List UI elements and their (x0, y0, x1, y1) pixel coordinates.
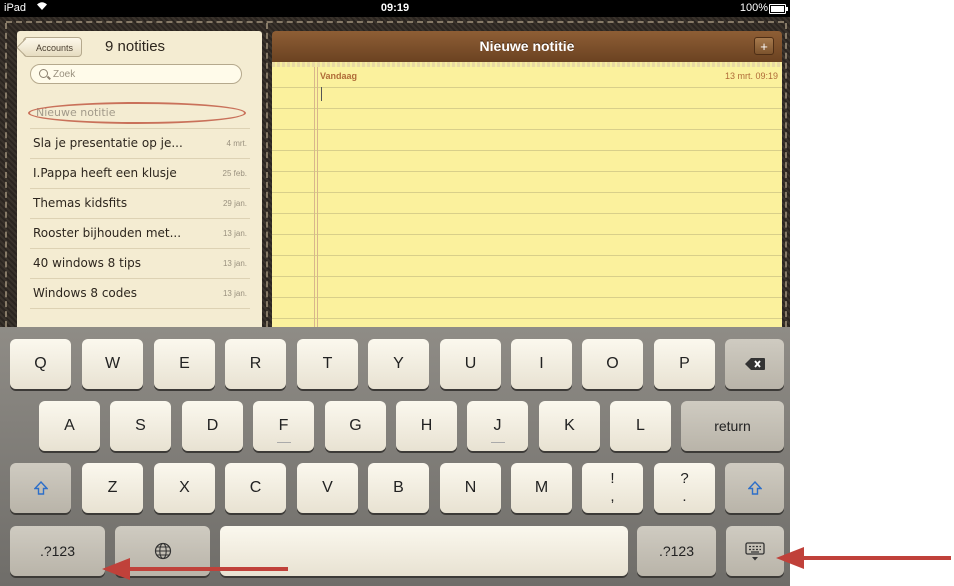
battery-icon (769, 4, 788, 14)
key-s[interactable]: S (110, 401, 171, 451)
key-m[interactable]: M (511, 463, 572, 513)
key-question-period[interactable]: ? . (654, 463, 715, 513)
list-item-date: 13 jan. (222, 229, 247, 238)
key-label: F (278, 417, 289, 434)
margin-line (314, 67, 315, 327)
delete-icon (744, 358, 765, 370)
note-datetime: 13 mrt. 09:19 (724, 71, 778, 81)
key-h[interactable]: H (396, 401, 457, 451)
delete-key[interactable] (725, 339, 784, 389)
text-cursor (321, 87, 322, 101)
list-item[interactable]: 40 windows 8 tips 13 jan. (30, 249, 250, 279)
shift-key-right[interactable] (725, 463, 784, 513)
key-e[interactable]: E (154, 339, 215, 389)
stitch-line (266, 23, 268, 327)
list-item-date: 13 jan. (222, 259, 247, 268)
key-t[interactable]: T (297, 339, 358, 389)
annotation-arrow-left (102, 558, 288, 580)
key-n[interactable]: N (440, 463, 501, 513)
key-label: J (493, 417, 502, 434)
list-item-title: Windows 8 codes (33, 286, 138, 300)
key-d[interactable]: D (182, 401, 243, 451)
key-l[interactable]: L (610, 401, 671, 451)
stitch-line (5, 23, 7, 327)
home-row-mark (490, 442, 505, 443)
accounts-button[interactable]: Accounts (23, 37, 83, 57)
key-label-top: ? (680, 470, 689, 487)
key-label-bottom: . (682, 488, 687, 505)
sidebar-header: Accounts 9 notities (17, 31, 262, 63)
notes-count: 9 notities (105, 38, 166, 55)
key-a[interactable]: A (39, 401, 100, 451)
key-u[interactable]: U (440, 339, 501, 389)
clock: 09:19 (380, 2, 410, 14)
list-item[interactable]: Rooster bijhouden met... 13 jan. (30, 219, 250, 249)
shift-icon (33, 481, 48, 495)
key-o[interactable]: O (582, 339, 643, 389)
return-key[interactable]: return (681, 401, 784, 451)
list-item[interactable]: Themas kidsfits 29 jan. (30, 189, 250, 219)
search-box[interactable] (30, 64, 242, 84)
list-item-new-note[interactable]: Nieuwe notitie (28, 99, 250, 129)
key-c[interactable]: C (225, 463, 286, 513)
shift-key-left[interactable] (10, 463, 71, 513)
note-header: Nieuwe notitie + (272, 31, 782, 62)
margin-line (317, 67, 318, 327)
key-b[interactable]: B (368, 463, 429, 513)
add-note-button[interactable]: + (754, 37, 774, 55)
list-item[interactable]: Sla je presentatie op je... 4 mrt. (30, 129, 250, 159)
stitch-line (785, 23, 787, 327)
key-label-top: ! (610, 470, 615, 487)
list-item-date: 13 jan. (222, 289, 247, 298)
key-k[interactable]: K (539, 401, 600, 451)
ipad-screen: iPad 09:19 100% Accounts 9 notities Nieu… (0, 0, 790, 586)
key-v[interactable]: V (297, 463, 358, 513)
note-title: Nieuwe notitie (479, 38, 575, 54)
list-item-title: 40 windows 8 tips (33, 256, 142, 270)
key-z[interactable]: Z (82, 463, 143, 513)
key-p[interactable]: P (654, 339, 715, 389)
note-day: Vandaag (320, 71, 358, 81)
list-item-title: Rooster bijhouden met... (33, 226, 182, 240)
highlight-circle (28, 102, 246, 124)
list-item[interactable]: Windows 8 codes 13 jan. (30, 279, 250, 309)
status-bar: iPad 09:19 100% (0, 0, 790, 17)
numbers-key-left[interactable]: .?123 (10, 526, 105, 576)
key-j[interactable]: J (467, 401, 528, 451)
note-panel: Nieuwe notitie + Vandaag 13 mrt. 09:19 (272, 31, 782, 327)
list-item-date: 29 jan. (222, 199, 247, 208)
stitch-line (6, 21, 784, 23)
shift-icon (747, 481, 762, 495)
hide-keyboard-icon (745, 542, 765, 561)
list-item-title: I.Pappa heeft een klusje (33, 166, 177, 180)
key-i[interactable]: I (511, 339, 572, 389)
on-screen-keyboard: Q W E R T Y U I O P A S D F G H J K L re… (0, 327, 790, 586)
list-item-date: 25 feb. (222, 169, 247, 178)
battery-percent: 100% (739, 2, 768, 14)
search-input[interactable] (53, 65, 233, 83)
key-f[interactable]: F (253, 401, 314, 451)
search-icon (39, 69, 48, 78)
home-row-mark (276, 442, 291, 443)
key-exclamation-comma[interactable]: ! , (582, 463, 643, 513)
key-y[interactable]: Y (368, 339, 429, 389)
note-editor[interactable] (272, 67, 782, 327)
list-item-title: Themas kidsfits (33, 196, 128, 210)
numbers-key-right[interactable]: .?123 (637, 526, 716, 576)
key-g[interactable]: G (325, 401, 386, 451)
list-item-title: Sla je presentatie op je... (33, 136, 183, 150)
key-q[interactable]: Q (10, 339, 71, 389)
list-item[interactable]: I.Pappa heeft een klusje 25 feb. (30, 159, 250, 189)
list-item-date: 4 mrt. (226, 139, 247, 148)
key-label-bottom: , (610, 488, 615, 505)
key-r[interactable]: R (225, 339, 286, 389)
key-x[interactable]: X (154, 463, 215, 513)
key-w[interactable]: W (82, 339, 143, 389)
accounts-label: Accounts (36, 43, 74, 53)
annotation-arrow-right (776, 547, 951, 569)
notes-sidebar: Accounts 9 notities Nieuwe notitie Sla j… (17, 31, 262, 327)
